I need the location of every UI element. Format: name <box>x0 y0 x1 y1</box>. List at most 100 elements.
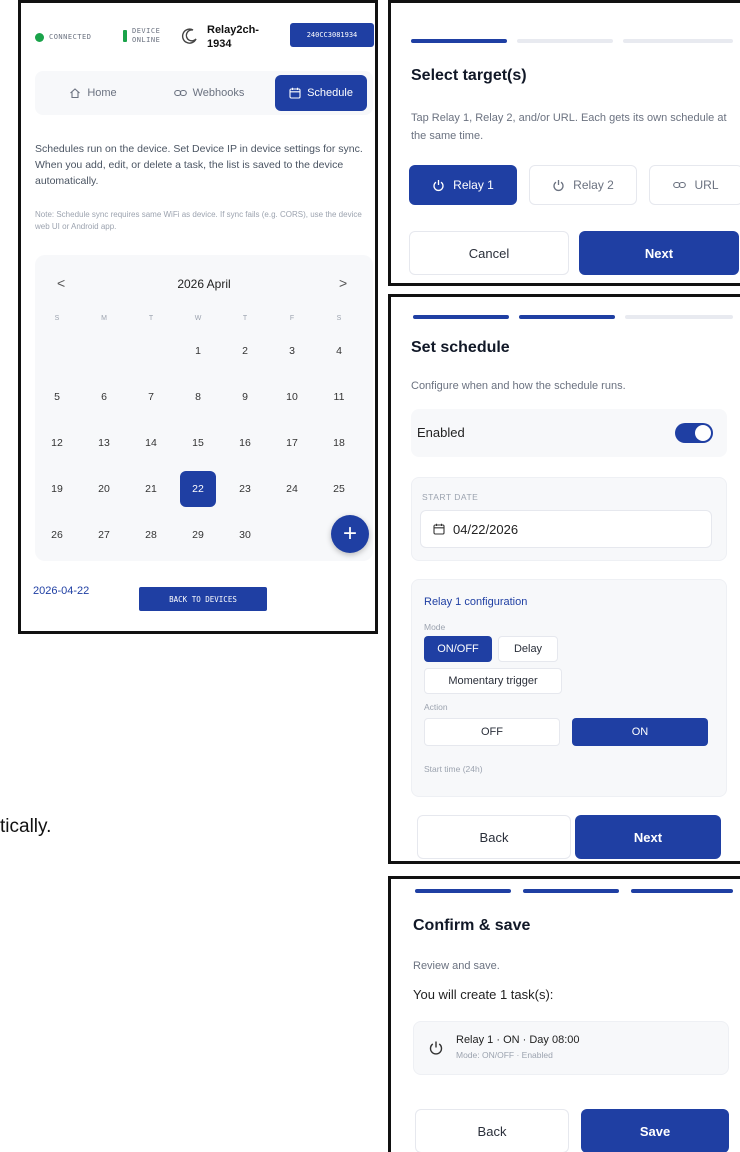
tab-webhooks[interactable]: Webhooks <box>151 75 267 111</box>
calendar-next-button[interactable]: > <box>339 275 347 291</box>
calendar-weekday: F <box>289 315 295 322</box>
background-text: tically. <box>0 816 52 837</box>
connected-dot-icon <box>35 33 44 42</box>
calendar-day[interactable]: 5 <box>39 379 75 415</box>
device-id-badge[interactable]: 240CC3081934 <box>290 23 374 47</box>
calendar-day[interactable]: 7 <box>133 379 169 415</box>
back-button[interactable]: Back <box>417 815 571 859</box>
calendar-weekday: T <box>242 315 248 322</box>
target-url-label: URL <box>694 178 719 192</box>
calendar-day[interactable]: 23 <box>227 471 263 507</box>
action-on-button[interactable]: ON <box>572 718 708 746</box>
back-button[interactable]: Back <box>415 1109 569 1152</box>
calendar-day[interactable]: 30 <box>227 517 263 553</box>
calendar-weekday: M <box>101 315 107 322</box>
calendar-day[interactable]: 17 <box>274 425 310 461</box>
target-relay-2-label: Relay 2 <box>573 178 614 192</box>
calendar-day[interactable]: 14 <box>133 425 169 461</box>
calendar-icon <box>433 523 445 535</box>
start-date-input[interactable]: 04/22/2026 <box>420 510 712 548</box>
target-url-button[interactable]: URL <box>649 165 740 205</box>
confirm-save-panel: Confirm & save Review and save. You will… <box>388 876 740 1152</box>
calendar-day[interactable]: 28 <box>133 517 169 553</box>
target-relay-1-label: Relay 1 <box>453 178 494 192</box>
mode-momentary-button[interactable]: Momentary trigger <box>424 668 562 694</box>
select-target-panel: Select target(s) Tap Relay 1, Relay 2, a… <box>388 0 740 286</box>
calendar-day[interactable]: 16 <box>227 425 263 461</box>
step-description: Configure when and how the schedule runs… <box>411 380 626 392</box>
mode-delay-button[interactable]: Delay <box>498 636 558 662</box>
calendar-day[interactable]: 18 <box>321 425 357 461</box>
tab-webhooks-label: Webhooks <box>192 87 245 99</box>
calendar-day[interactable]: 3 <box>274 333 310 369</box>
calendar-day[interactable]: 1 <box>180 333 216 369</box>
calendar-day[interactable]: 27 <box>86 517 122 553</box>
tab-home-label: Home <box>87 87 117 99</box>
enabled-label: Enabled <box>417 425 465 440</box>
power-icon <box>433 179 444 191</box>
calendar-day[interactable]: 19 <box>39 471 75 507</box>
calendar-day[interactable]: 26 <box>39 517 75 553</box>
calendar-day[interactable]: 20 <box>86 471 122 507</box>
calendar-day[interactable]: 25 <box>321 471 357 507</box>
calendar-day-selected[interactable]: 22 <box>180 471 216 507</box>
calendar-day[interactable]: 13 <box>86 425 122 461</box>
task-card: Relay 1 · ON · Day 08:00 Mode: ON/OFF · … <box>413 1021 729 1075</box>
task-title: Relay 1 · ON · Day 08:00 <box>456 1034 580 1046</box>
progress-step-2 <box>523 889 619 893</box>
theme-toggle-icon[interactable] <box>181 27 199 45</box>
calendar-day[interactable]: 8 <box>180 379 216 415</box>
step-description: Review and save. <box>413 960 500 972</box>
target-relay-1-button[interactable]: Relay 1 <box>409 165 517 205</box>
enabled-toggle[interactable] <box>675 423 713 443</box>
task-meta: Mode: ON/OFF · Enabled <box>456 1050 553 1060</box>
calendar-day[interactable]: 4 <box>321 333 357 369</box>
next-button[interactable]: Next <box>575 815 721 859</box>
calendar-day[interactable]: 10 <box>274 379 310 415</box>
calendar-day[interactable]: 6 <box>86 379 122 415</box>
cancel-button[interactable]: Cancel <box>409 231 569 275</box>
link-icon <box>673 181 687 189</box>
tab-bar: Home Webhooks Schedule <box>35 71 373 115</box>
save-button[interactable]: Save <box>581 1109 729 1152</box>
calendar-day[interactable]: 9 <box>227 379 263 415</box>
tab-schedule[interactable]: Schedule <box>275 75 367 111</box>
start-date-label: START DATE <box>422 492 479 502</box>
calendar-day[interactable]: 24 <box>274 471 310 507</box>
add-schedule-button[interactable]: + <box>331 515 369 553</box>
next-button[interactable]: Next <box>579 231 739 275</box>
progress-step-1 <box>413 315 509 319</box>
calendar-month-label: 2026 April <box>177 277 231 291</box>
calendar-day[interactable]: 29 <box>180 517 216 553</box>
progress-step-2 <box>519 315 615 319</box>
action-off-button[interactable]: OFF <box>424 718 560 746</box>
start-date-value: 04/22/2026 <box>453 521 519 537</box>
progress-step-1 <box>411 39 507 43</box>
calendar-day[interactable]: 12 <box>39 425 75 461</box>
mode-onoff-button[interactable]: ON/OFF <box>424 636 492 662</box>
progress-step-1 <box>415 889 511 893</box>
step-description: Tap Relay 1, Relay 2, and/or URL. Each g… <box>411 112 727 142</box>
power-icon <box>553 179 564 191</box>
task-summary: You will create 1 task(s): <box>413 987 554 1002</box>
progress-step-3 <box>625 315 733 319</box>
calendar-weekday: S <box>54 315 60 322</box>
back-to-devices-button[interactable]: BACK TO DEVICES <box>139 587 267 611</box>
progress-step-2 <box>517 39 613 43</box>
calendar-day[interactable]: 21 <box>133 471 169 507</box>
calendar-day[interactable]: 2 <box>227 333 263 369</box>
target-relay-2-button[interactable]: Relay 2 <box>529 165 637 205</box>
device-online-label: DEVICE ONLINE <box>132 27 160 45</box>
progress-step-3 <box>631 889 733 893</box>
step-title: Set schedule <box>411 339 510 356</box>
start-date-card: START DATE 04/22/2026 <box>411 477 727 561</box>
tab-home[interactable]: Home <box>43 75 143 111</box>
mode-label: Mode <box>424 622 446 632</box>
calendar-day[interactable]: 15 <box>180 425 216 461</box>
calendar-day[interactable]: 11 <box>321 379 357 415</box>
action-label: Action <box>424 702 448 712</box>
device-name: Relay2ch- 1934 <box>207 23 259 51</box>
calendar-weekday: T <box>148 315 154 322</box>
schedule-main-panel: CONNECTED DEVICE ONLINE Relay2ch- 1934 2… <box>18 0 378 634</box>
calendar-icon <box>289 87 301 99</box>
